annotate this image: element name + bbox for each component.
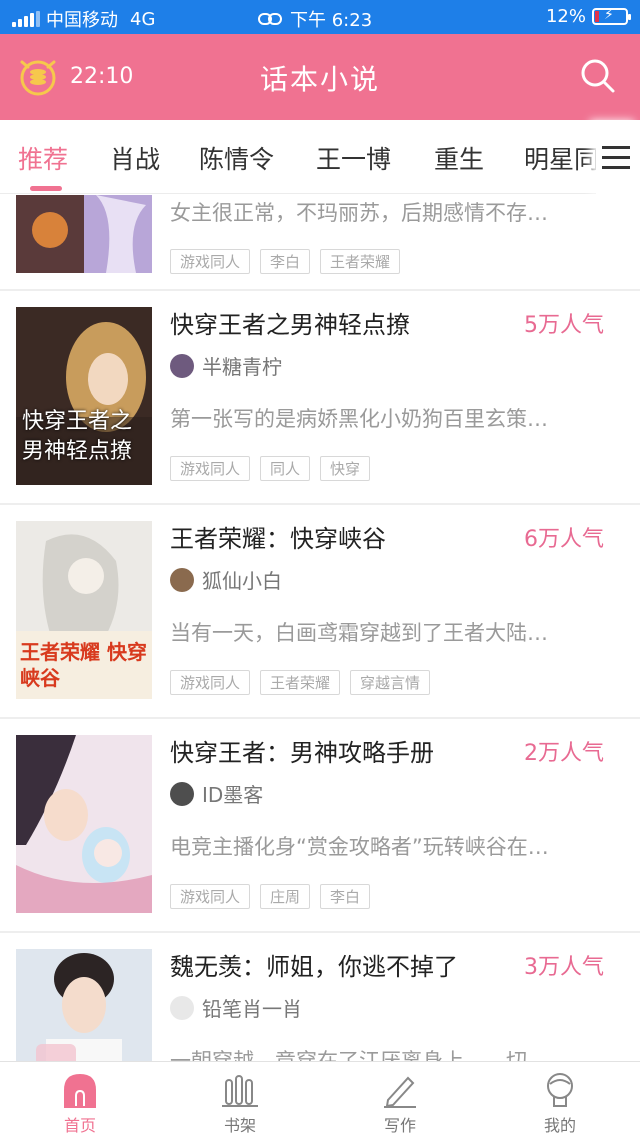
carrier-label: 中国移动 (46, 10, 118, 31)
tag[interactable]: 庄周 (260, 884, 311, 909)
bookshelf-icon (222, 1075, 258, 1107)
battery-icon: ⚡ (592, 7, 631, 25)
tag[interactable]: 同人 (260, 456, 311, 481)
nav-home-label: 首页 (63, 1116, 96, 1135)
tag[interactable]: 王者荣耀 (320, 249, 401, 274)
book-title[interactable]: 魏无羡：师姐，你逃不掉了 (170, 947, 458, 982)
popularity-count: 5万人气 (524, 313, 604, 338)
author-avatar (170, 995, 194, 1020)
tag[interactable]: 王者荣耀 (260, 670, 341, 695)
book-cover-title: 快穿王者之男神轻点撩 (22, 409, 133, 464)
book-item[interactable]: 魏无羡：师姐，你逃不掉了 3万人气 铅笔肖一肖 一朝穿越，竟穿在了江厌离身上……… (0, 933, 640, 1061)
book-tags: 游戏同人 同人 快穿 (170, 456, 371, 481)
book-title[interactable]: 王者荣耀：快穿峡谷 (170, 519, 386, 554)
author-name: ID墨客 (202, 783, 264, 807)
book-title[interactable]: 快穿王者：男神攻略手册 (170, 733, 434, 768)
nav-write-label: 写作 (383, 1116, 416, 1135)
tag[interactable]: 穿越言情 (350, 670, 431, 695)
author-row[interactable]: 狐仙小白 (170, 565, 282, 594)
author-name: 铅笔肖一肖 (202, 997, 302, 1021)
book-tags: 游戏同人 李白 王者荣耀 (170, 249, 401, 274)
book-item[interactable]: 快穿王者：男神攻略手册 2万人气 ID墨客 电竞主播化身“赏金攻略者”玩转峡谷在… (0, 719, 640, 931)
category-tabs: 推荐 肖战 陈情令 王一博 重生 明星同 (0, 120, 640, 194)
book-list: 女主很正常，不玛丽苏，后期感情不存… 游戏同人 李白 王者荣耀 快穿王者之男神轻… (0, 195, 640, 1061)
signal-icon (12, 11, 40, 27)
popularity-count: 3万人气 (524, 955, 604, 980)
popularity-count: 2万人气 (524, 741, 604, 766)
tab-celebrity[interactable]: 明星同 (524, 140, 599, 176)
book-item[interactable]: 女主很正常，不玛丽苏，后期感情不存… 游戏同人 李白 王者荣耀 (0, 195, 640, 285)
author-avatar (170, 567, 194, 592)
book-description: 第一张写的是病娇黑化小奶狗百里玄策… (170, 407, 548, 431)
battery-percent: 12% (545, 6, 586, 27)
tag[interactable]: 游戏同人 (170, 249, 251, 274)
active-tab-indicator (30, 186, 62, 191)
book-description: 电竞主播化身“赏金攻略者”玩转峡谷在… (170, 835, 549, 859)
book-cover-title: 王者荣耀 快穿峡谷 (20, 640, 147, 690)
book-description: 当有一天，白画鸢霜穿越到了王者大陆… (170, 621, 548, 645)
author-row[interactable]: ID墨客 (170, 779, 263, 808)
profile-icon (547, 1073, 573, 1107)
author-name: 狐仙小白 (202, 569, 282, 593)
home-icon (64, 1074, 96, 1108)
tag[interactable]: 快穿 (320, 456, 371, 481)
pen-icon (384, 1076, 416, 1108)
author-row[interactable]: 铅笔肖一肖 (170, 993, 302, 1022)
app-header: 22:10 话本小说 (0, 34, 640, 120)
clock: 下午 6:23 (290, 10, 373, 31)
book-cover (16, 195, 152, 273)
nav-write[interactable]: 写作 (340, 1062, 460, 1138)
book-item[interactable]: 王者荣耀 快穿峡谷 王者荣耀：快穿峡谷 6万人气 狐仙小白 当有一天，白画鸢霜穿… (0, 505, 640, 717)
nav-home[interactable]: 首页 (20, 1062, 140, 1138)
bottom-nav: 首页 书架 写作 我的 (0, 1061, 640, 1138)
tag[interactable]: 李白 (320, 884, 371, 909)
network-label: 4G (130, 8, 156, 30)
nav-profile[interactable]: 我的 (500, 1062, 620, 1138)
book-cover: 快穿王者之男神轻点撩 (16, 307, 152, 485)
popularity-count: 6万人气 (524, 527, 604, 552)
book-cover (16, 949, 152, 1061)
book-item[interactable]: 快穿王者之男神轻点撩 快穿王者之男神轻点撩 5万人气 半糖青柠 第一张写的是病娇… (0, 291, 640, 503)
tab-recommend[interactable]: 推荐 (18, 140, 68, 176)
link-icon (258, 13, 282, 25)
tab-wangyibo[interactable]: 王一博 (316, 140, 391, 176)
tab-menu-button[interactable] (596, 120, 640, 194)
author-row[interactable]: 半糖青柠 (170, 351, 282, 380)
tab-chenqingling[interactable]: 陈情令 (199, 140, 274, 176)
nav-bookshelf[interactable]: 书架 (180, 1062, 300, 1138)
author-avatar (170, 353, 194, 378)
author-avatar (170, 781, 194, 806)
book-cover: 王者荣耀 快穿峡谷 (16, 521, 152, 699)
book-tags: 游戏同人 王者荣耀 穿越言情 (170, 670, 431, 695)
tag[interactable]: 游戏同人 (170, 884, 251, 909)
tab-xiaozhan[interactable]: 肖战 (110, 140, 160, 176)
tag[interactable]: 游戏同人 (170, 670, 251, 695)
book-cover (16, 735, 152, 913)
app-title: 话本小说 (259, 63, 380, 96)
tag[interactable]: 李白 (260, 249, 311, 274)
status-bar: 中国移动 4G 下午 6:23 12% ⚡ (0, 0, 640, 34)
author-name: 半糖青柠 (202, 355, 282, 379)
search-icon[interactable] (580, 58, 616, 94)
tab-rebirth[interactable]: 重生 (434, 140, 484, 176)
tag[interactable]: 游戏同人 (170, 456, 251, 481)
book-description: 女主很正常，不玛丽苏，后期感情不存… (170, 201, 548, 225)
book-title[interactable]: 快穿王者之男神轻点撩 (170, 305, 410, 340)
nav-profile-label: 我的 (543, 1116, 576, 1135)
nav-bookshelf-label: 书架 (223, 1116, 256, 1135)
book-description: 一朝穿越，竟穿在了江厌离身上……切 (170, 1049, 527, 1061)
book-tags: 游戏同人 庄周 李白 (170, 884, 371, 909)
